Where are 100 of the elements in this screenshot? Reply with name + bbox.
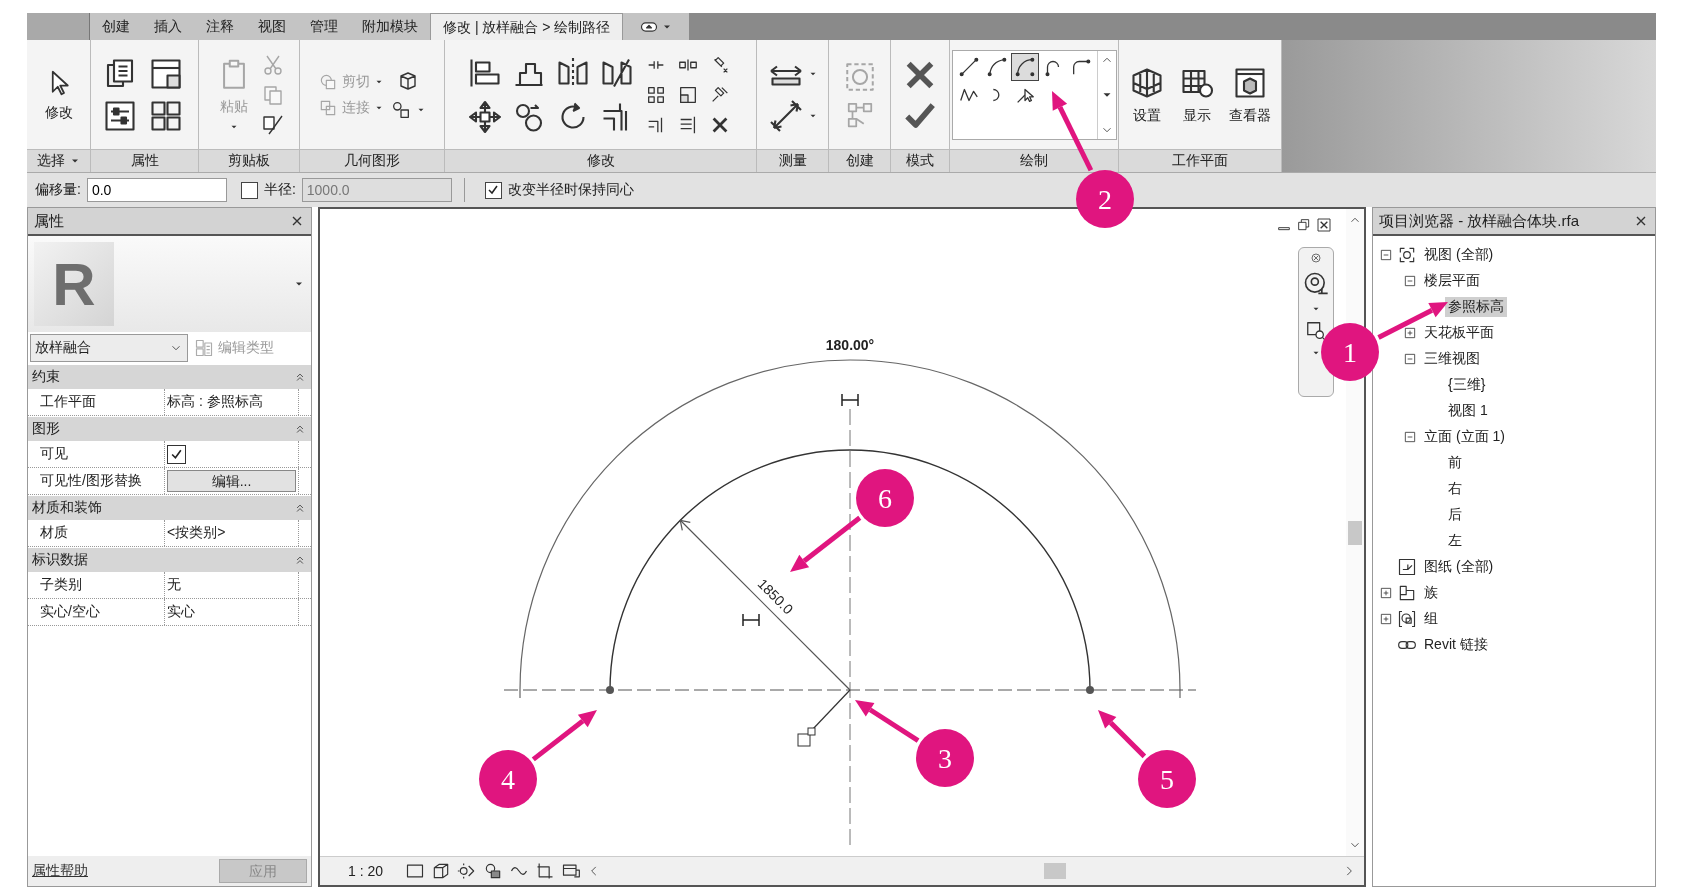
property-name: 子类别 xyxy=(28,572,165,598)
scrollbar-thumb[interactable] xyxy=(1348,520,1362,545)
tree-item[interactable]: 后 xyxy=(1445,505,1465,525)
radius-label: 半径: xyxy=(263,181,296,199)
ribbon-tab[interactable]: 创建 xyxy=(90,13,142,40)
tool-label: 连接 xyxy=(342,98,370,117)
work-plane-tool-button[interactable]: 显示 xyxy=(1175,62,1219,127)
crop-region-icon[interactable] xyxy=(535,861,556,881)
plus-box-icon[interactable] xyxy=(1379,612,1393,626)
tree-item[interactable]: 组 xyxy=(1421,609,1441,629)
ribbon-tab[interactable]: 视图 xyxy=(246,13,298,40)
dimension-bracket-icon[interactable] xyxy=(841,393,859,407)
center-arc-icon xyxy=(1013,55,1036,78)
minus-box-icon[interactable] xyxy=(1403,274,1417,288)
panel-title: 创建 xyxy=(845,152,874,170)
line-icon xyxy=(957,55,980,78)
panel-title: 属性 xyxy=(130,152,159,170)
button-label: 编辑类型 xyxy=(218,339,274,357)
type-selector[interactable]: 放样融合 xyxy=(30,334,188,362)
angle-dimension[interactable]: 180.00° xyxy=(825,337,875,353)
scrollbar-thumb[interactable] xyxy=(1044,863,1067,879)
minus-box-icon[interactable] xyxy=(1403,430,1417,444)
tool-label: 查看器 xyxy=(1229,106,1271,125)
ribbon-tab[interactable]: 注释 xyxy=(194,13,246,40)
edit-button[interactable]: 编辑... xyxy=(167,470,296,492)
panel-title: 属性 xyxy=(34,211,64,231)
group-header: 图形 xyxy=(32,420,60,438)
dimension-bracket-icon[interactable] xyxy=(742,613,760,627)
plus-box-icon[interactable] xyxy=(1403,326,1417,340)
panel-title: 几何图形 xyxy=(344,152,400,170)
tool-label: 设置 xyxy=(1133,106,1161,125)
tree-item[interactable]: 楼层平面 xyxy=(1421,271,1483,291)
tree-item[interactable]: Revit 链接 xyxy=(1421,635,1491,655)
views-icon xyxy=(1397,245,1417,265)
tree-item[interactable]: 天花板平面 xyxy=(1421,323,1497,343)
panel-title: 绘制 xyxy=(1020,152,1048,170)
draw-tool-button[interactable] xyxy=(1010,52,1039,81)
work-plane-tool-button[interactable]: 查看器 xyxy=(1225,62,1275,127)
ribbon-tab[interactable]: 附加模块 xyxy=(350,13,430,40)
view-scale[interactable]: 1 : 20 xyxy=(348,863,384,879)
diagonal-dimension-icon[interactable] xyxy=(767,97,804,134)
callout-badge: 6 xyxy=(856,469,914,527)
tree-item[interactable]: 图纸 (全部) xyxy=(1421,557,1497,577)
callout-arrow xyxy=(531,710,597,762)
tree-item[interactable]: 族 xyxy=(1421,583,1441,603)
property-value: 实心 xyxy=(167,603,195,621)
ribbon-tab[interactable]: 修改 | 放样融合 > 绘制路径 xyxy=(430,13,624,40)
tree-item[interactable]: 前 xyxy=(1445,453,1465,473)
tool-label: 显示 xyxy=(1183,106,1211,125)
property-name: 材质 xyxy=(28,520,165,546)
minus-box-icon[interactable] xyxy=(1379,248,1393,262)
zoom-window-icon[interactable] xyxy=(1305,320,1327,342)
tree-item[interactable]: 三维视图 xyxy=(1421,349,1483,369)
concentric-checkbox[interactable] xyxy=(484,181,502,199)
tree-item[interactable]: 参照标高 xyxy=(1445,297,1507,317)
visible-checkbox[interactable] xyxy=(167,444,186,464)
work-plane-handle-icon[interactable] xyxy=(797,727,816,747)
move-icon[interactable] xyxy=(466,98,503,135)
tree-item[interactable]: {三维} xyxy=(1445,375,1489,395)
radius-checkbox[interactable] xyxy=(240,181,258,199)
group-header: 约束 xyxy=(32,368,60,386)
panel-title: 选择 xyxy=(36,152,65,170)
minus-box-icon[interactable] xyxy=(1403,352,1417,366)
modify-tool-button[interactable]: 修改 xyxy=(39,65,78,124)
callout-arrow xyxy=(855,700,920,743)
ribbon-tab[interactable]: 插入 xyxy=(142,13,194,40)
panel-title: 剪贴板 xyxy=(228,152,270,170)
property-name: 可见性/图形替换 xyxy=(28,468,165,494)
tool-label: 修改 xyxy=(44,103,73,122)
endpoint-dot[interactable] xyxy=(606,686,614,694)
properties-help-link[interactable]: 属性帮助 xyxy=(32,862,88,880)
tree-item[interactable]: 视图 (全部) xyxy=(1421,245,1497,265)
panel-title: 修改 xyxy=(586,152,615,170)
property-name: 可见 xyxy=(28,441,165,467)
circle-x-icon[interactable] xyxy=(1310,252,1322,264)
property-value: 无 xyxy=(167,576,181,594)
close-box-icon[interactable] xyxy=(1316,217,1332,233)
type-properties-icon xyxy=(194,338,214,358)
concentric-label: 改变半径时保持同心 xyxy=(507,181,634,199)
tree-item[interactable]: 左 xyxy=(1445,531,1465,551)
callout-badge: 5 xyxy=(1138,750,1196,808)
callout-badge: 4 xyxy=(479,750,537,808)
restore-icon[interactable] xyxy=(1296,217,1312,233)
tree-item[interactable]: 右 xyxy=(1445,479,1465,499)
offset-input[interactable]: 0.0 xyxy=(86,178,227,202)
family-thumbnail: R xyxy=(34,242,114,326)
work-plane-tool-button[interactable]: 设置 xyxy=(1125,62,1169,127)
endpoint-dot[interactable] xyxy=(1086,686,1094,694)
property-name: 工作平面 xyxy=(28,389,165,415)
tree-item[interactable]: 视图 1 xyxy=(1445,401,1491,421)
family-icon xyxy=(1397,583,1417,603)
property-value: 标高 : 参照标高 xyxy=(167,393,263,411)
group-header: 材质和装饰 xyxy=(32,499,102,517)
plus-box-icon[interactable] xyxy=(1379,586,1393,600)
tool-label: 粘贴 xyxy=(220,97,248,116)
start-end-arc-icon xyxy=(985,55,1008,78)
tree-item[interactable]: 立面 (立面 1) xyxy=(1421,427,1508,447)
group-icon xyxy=(1397,609,1417,629)
panel-title: 模式 xyxy=(906,152,934,170)
ribbon-tab[interactable]: 管理 xyxy=(298,13,350,40)
